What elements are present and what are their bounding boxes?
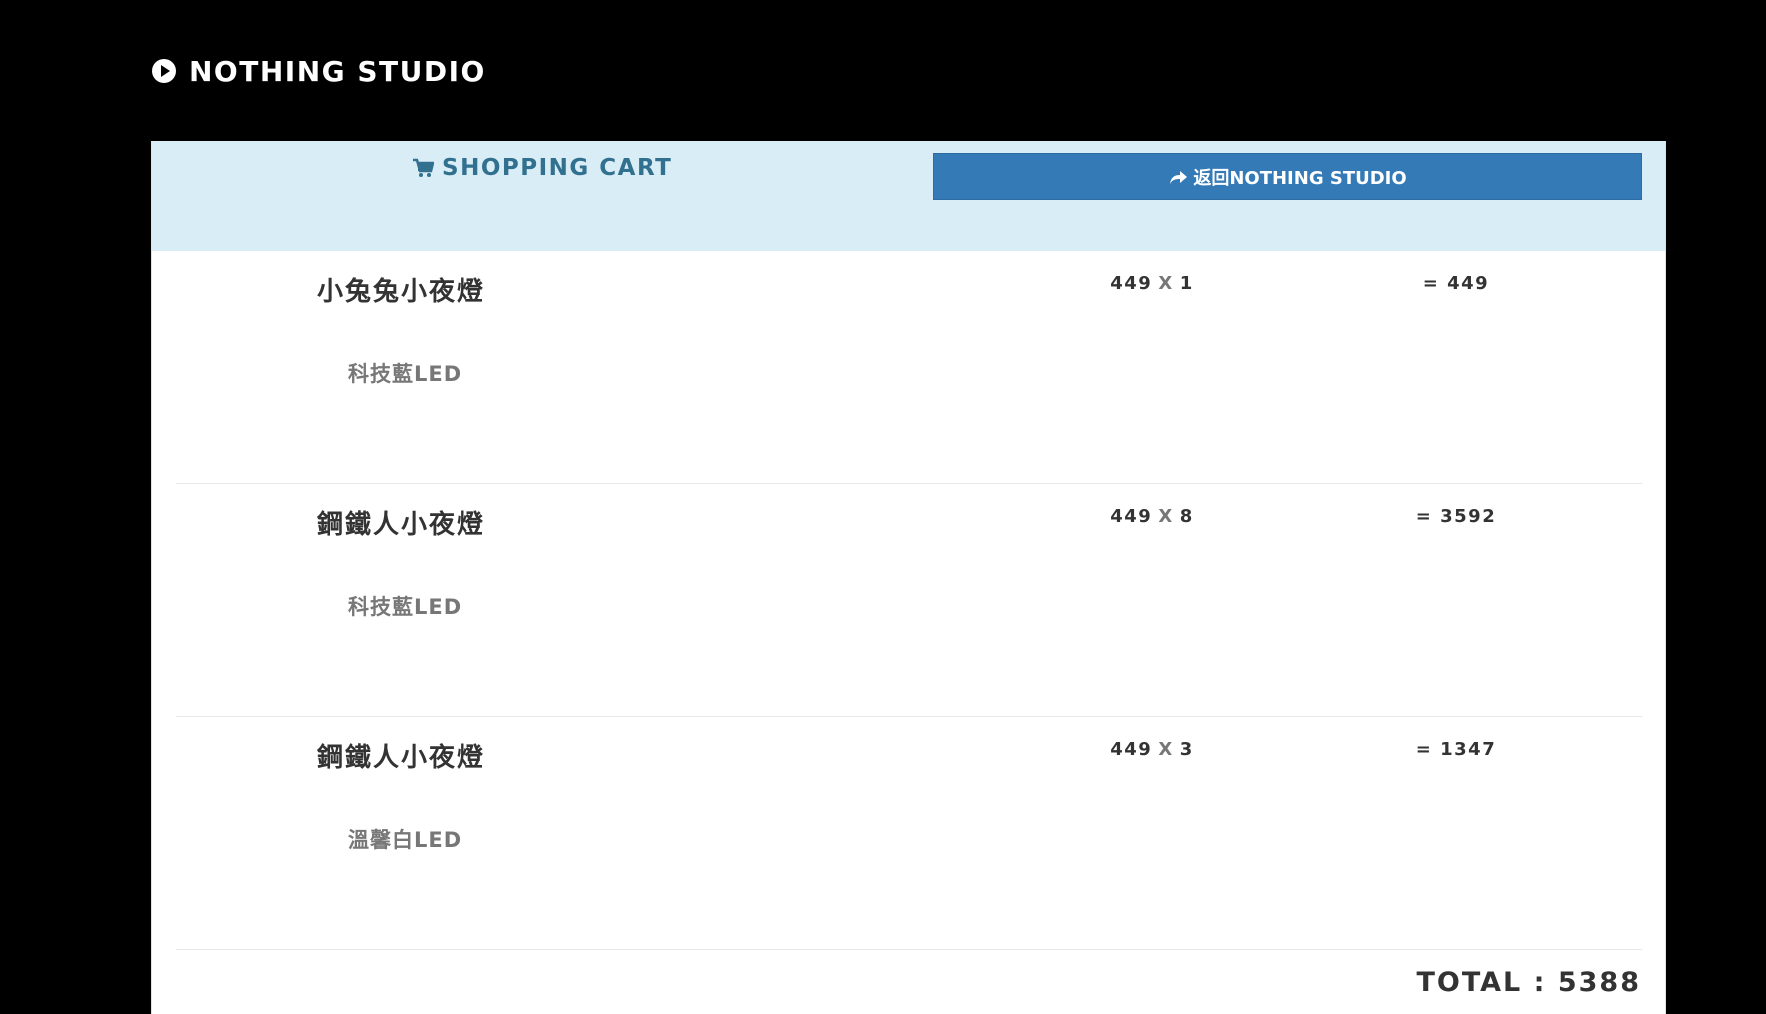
item-name: 鋼鐵人小夜燈 xyxy=(317,743,486,773)
item-qty: 3 xyxy=(1179,739,1194,760)
shopping-cart-icon xyxy=(413,158,434,177)
item-price-qty: 449 X 3 xyxy=(1052,739,1252,760)
item-price: 449 xyxy=(1110,273,1153,294)
cart-item: 小兔兔小夜燈 科技藍LED 449 X 1 = 449 xyxy=(176,251,1642,484)
item-name: 小兔兔小夜燈 xyxy=(317,277,486,307)
brand-logo[interactable]: NOTHING STUDIO xyxy=(151,53,486,89)
times-sign: X xyxy=(1158,739,1174,760)
cart-total: TOTAL : 5388 xyxy=(1416,967,1641,998)
cart-item: 鋼鐵人小夜燈 溫馨白LED 449 X 3 = 1347 xyxy=(176,717,1642,950)
play-circle-icon xyxy=(152,59,176,83)
cart-title: SHOPPING CART xyxy=(412,153,672,183)
brand-name: NOTHING STUDIO xyxy=(189,54,486,88)
back-to-store-button[interactable]: 返回NOTHING STUDIO xyxy=(933,153,1642,200)
times-sign: X xyxy=(1158,273,1174,294)
item-subtotal: = 1347 xyxy=(1415,739,1497,760)
back-button-label: 返回NOTHING STUDIO xyxy=(1193,167,1407,189)
item-subtotal: = 3592 xyxy=(1415,506,1497,527)
item-qty: 8 xyxy=(1179,506,1194,527)
cart-title-text: SHOPPING CART xyxy=(442,155,673,181)
item-price-qty: 449 X 8 xyxy=(1052,506,1252,527)
item-price: 449 xyxy=(1110,506,1153,527)
item-price-qty: 449 X 1 xyxy=(1052,273,1252,294)
cart-item: 鋼鐵人小夜燈 科技藍LED 449 X 8 = 3592 xyxy=(176,484,1642,717)
item-variant: 科技藍LED xyxy=(348,362,463,386)
cart-panel: SHOPPING CART 返回NOTHING STUDIO 小兔兔小夜燈 科技… xyxy=(151,141,1666,1014)
times-sign: X xyxy=(1158,506,1174,527)
item-subtotal: = 449 xyxy=(1422,273,1490,294)
share-arrow-icon xyxy=(1170,170,1188,184)
cart-header: SHOPPING CART 返回NOTHING STUDIO xyxy=(152,141,1665,251)
item-qty: 1 xyxy=(1179,273,1194,294)
item-price: 449 xyxy=(1110,739,1153,760)
item-variant: 溫馨白LED xyxy=(348,828,463,852)
item-variant: 科技藍LED xyxy=(348,595,463,619)
item-name: 鋼鐵人小夜燈 xyxy=(317,510,486,540)
